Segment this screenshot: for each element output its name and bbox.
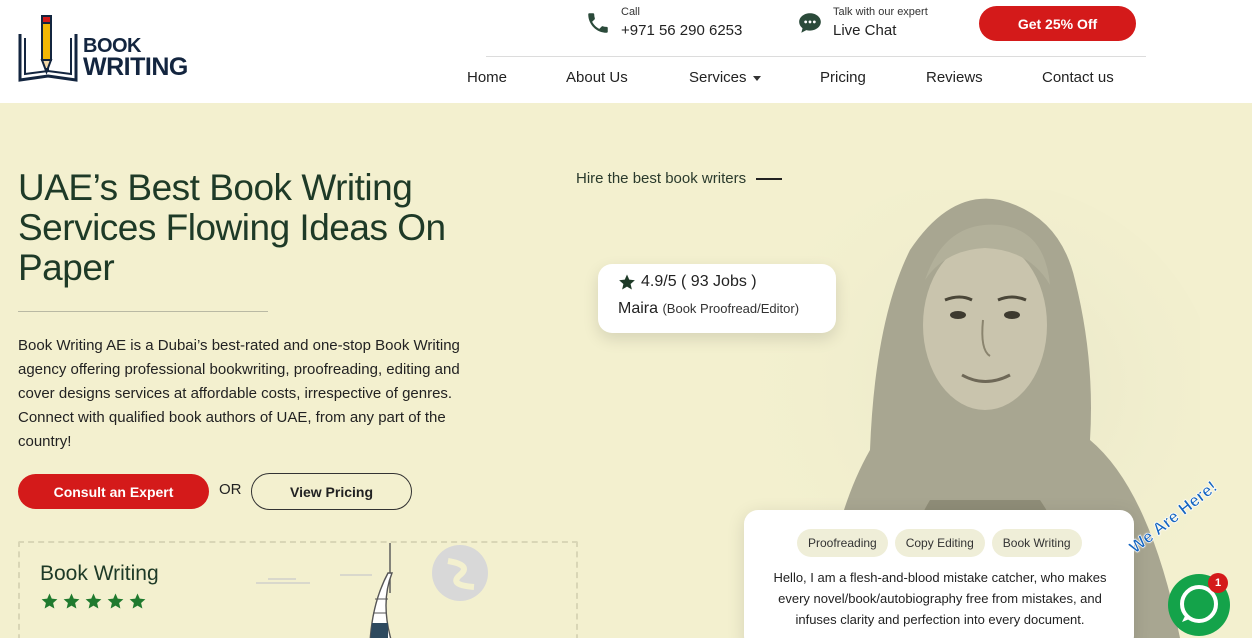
logo-line-2: WRITING [83, 53, 188, 81]
nav-services[interactable]: Services [689, 69, 761, 86]
book-writing-card [18, 541, 578, 638]
call-contact[interactable]: Call +971 56 290 6253 [585, 6, 742, 39]
star-icon [85, 593, 102, 609]
skill-tags: Proofreading Copy Editing Book Writing [797, 529, 1082, 557]
site-logo[interactable]: BOOK WRITING [17, 8, 207, 88]
nav-reviews[interactable]: Reviews [926, 69, 983, 86]
writer-role: (Book Proofread/Editor) [662, 301, 800, 316]
logo-text: BOOK WRITING [83, 36, 188, 80]
hire-dash [756, 177, 783, 180]
phone-icon [588, 13, 608, 33]
chat-icon [799, 13, 821, 33]
site-header: BOOK WRITING Call +971 56 290 6253 Talk … [0, 0, 1252, 103]
caret-down-icon [752, 75, 761, 81]
chat-label: Talk with our expert [833, 6, 928, 18]
star-icon [129, 593, 146, 609]
nav-pricing[interactable]: Pricing [820, 69, 866, 86]
live-chat-contact[interactable]: Talk with our expert Live Chat [797, 6, 928, 39]
card-title: Book Writing [40, 562, 159, 585]
title-divider [18, 311, 268, 312]
writer-bio: Hello, I am a flesh-and-blood mistake ca… [773, 570, 1107, 627]
consult-expert-button[interactable]: Consult an Expert [18, 474, 209, 509]
view-pricing-button[interactable]: View Pricing [251, 473, 412, 510]
chat-link[interactable]: Live Chat [833, 22, 928, 39]
nav-home[interactable]: Home [467, 69, 507, 86]
tag-book-writing: Book Writing [991, 529, 1082, 557]
star-icon [619, 274, 635, 290]
dubai-skyline-illustration [256, 543, 488, 638]
header-divider [486, 56, 1146, 57]
tag-copy-editing: Copy Editing [894, 529, 985, 557]
writer-rating-card: 4.9/5 ( 93 Jobs ) Maira (Book Proofread/… [598, 264, 836, 333]
rating-row: 4.9/5 ( 93 Jobs ) [618, 273, 757, 291]
or-text: OR [219, 481, 242, 498]
star-icon [41, 593, 58, 609]
book-logo-icon [18, 15, 78, 82]
hire-writers-label: Hire the best book writers [576, 170, 783, 187]
nav-contact-us[interactable]: Contact us [1042, 69, 1114, 86]
nav-services-label: Services [689, 69, 747, 86]
hero-title: UAE’s Best Book Writing Services Flowing… [18, 167, 446, 288]
star-icon [63, 593, 80, 609]
chat-notification-badge: 1 [1208, 573, 1228, 593]
call-label: Call [621, 6, 640, 18]
star-icon [107, 593, 124, 609]
rating-text: 4.9/5 ( 93 Jobs ) [641, 273, 757, 290]
writer-bio-card: Proofreading Copy Editing Book Writing H… [744, 510, 1134, 638]
hire-writers-text: Hire the best book writers [576, 170, 747, 187]
writer-name: Maira [618, 300, 659, 317]
call-number[interactable]: +971 56 290 6253 [621, 22, 742, 39]
get-discount-button[interactable]: Get 25% Off [979, 6, 1136, 41]
nav-about-us[interactable]: About Us [566, 69, 628, 86]
hero-description: Book Writing AE is a Dubai’s best-rated … [18, 337, 460, 450]
writer-name-row: Maira (Book Proofread/Editor) [618, 300, 799, 318]
star-rating [40, 592, 147, 610]
tag-proofreading: Proofreading [797, 529, 888, 557]
